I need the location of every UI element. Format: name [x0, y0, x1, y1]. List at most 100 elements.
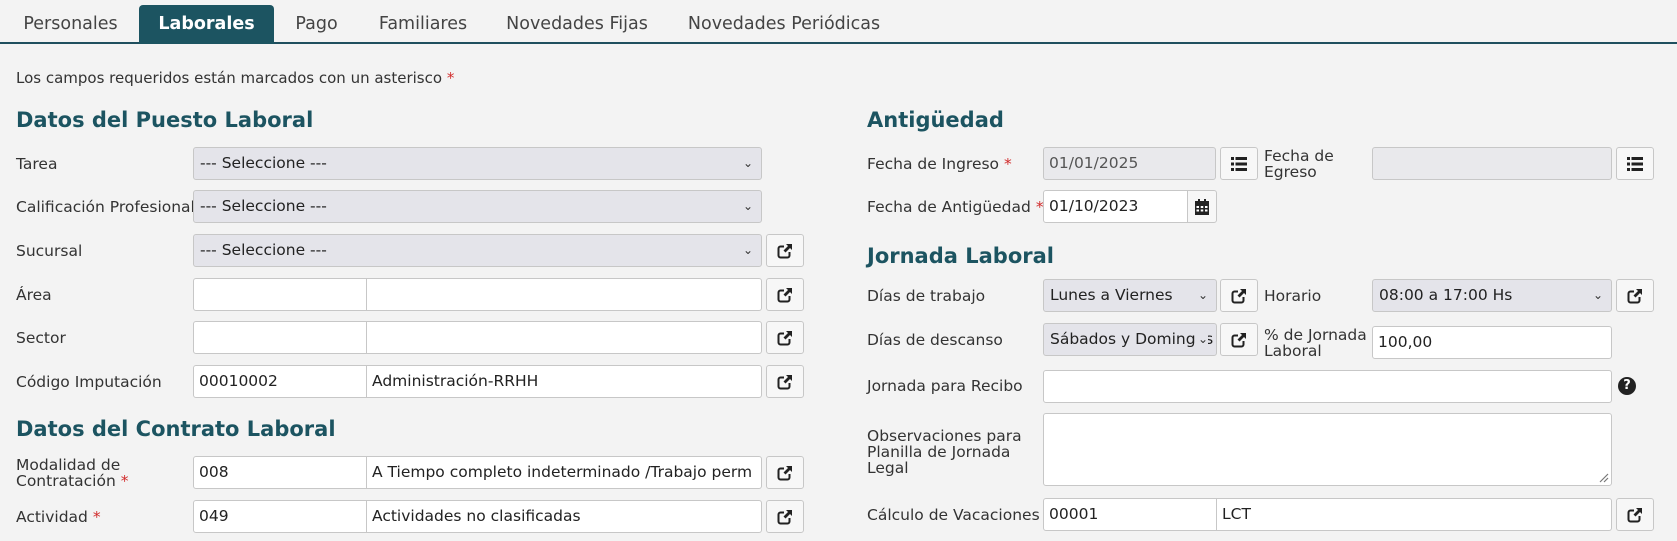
sector-label: Sector [16, 329, 66, 347]
codigo-imputacion-code-input[interactable]: 00010002 [193, 365, 367, 398]
dias-descanso-value: Sábados y Domingos [1050, 330, 1214, 348]
calificacion-select[interactable]: --- Seleccione --- ⌄ [193, 190, 762, 223]
area-code-input[interactable] [193, 278, 367, 311]
modalidad-code-input[interactable]: 008 [193, 456, 367, 489]
required-note: Los campos requeridos están marcados con… [16, 69, 454, 87]
fecha-ingreso-label: Fecha de Ingreso * [867, 155, 1012, 173]
external-link-icon [1231, 332, 1247, 348]
codigo-imputacion-label: Código Imputación [16, 373, 162, 391]
sucursal-select[interactable]: --- Seleccione --- ⌄ [193, 234, 762, 267]
chevron-down-icon: ⌄ [1592, 288, 1603, 302]
area-open-button[interactable] [766, 278, 804, 311]
calculo-vacaciones-desc-input[interactable]: LCT [1217, 498, 1612, 531]
external-link-icon [1627, 507, 1643, 523]
chevron-down-icon: ⌄ [742, 243, 753, 257]
actividad-label: Actividad * [16, 508, 101, 526]
sucursal-label: Sucursal [16, 242, 83, 260]
resize-handle-icon[interactable] [1597, 471, 1609, 483]
calificacion-label: Calificación Profesional [16, 198, 195, 216]
required-asterisk: * [92, 508, 101, 526]
fecha-antiguedad-label: Fecha de Antigüedad * [867, 198, 1044, 216]
list-icon [1231, 157, 1247, 171]
section-title-jornada: Jornada Laboral [867, 244, 1054, 268]
tab-laborales[interactable]: Laborales [139, 5, 274, 44]
external-link-icon [1627, 288, 1643, 304]
sector-open-button[interactable] [766, 321, 804, 354]
area-label: Área [16, 286, 52, 304]
sucursal-open-button[interactable] [766, 234, 804, 267]
horario-open-button[interactable] [1616, 279, 1654, 312]
dias-trabajo-select[interactable]: Lunes a Viernes ⌄ [1043, 279, 1217, 312]
external-link-icon [777, 374, 793, 390]
external-link-icon [777, 287, 793, 303]
external-link-icon [777, 465, 793, 481]
dias-trabajo-label: Días de trabajo [867, 287, 986, 305]
actividad-code-input[interactable]: 049 [193, 500, 367, 533]
observaciones-label: Observaciones para Planilla de Jornada L… [867, 427, 1022, 477]
section-title-contrato: Datos del Contrato Laboral [16, 417, 336, 441]
chevron-down-icon: ⌄ [742, 156, 753, 170]
modalidad-open-button[interactable] [766, 456, 804, 489]
tab-novedades-periodicas[interactable]: Novedades Periódicas [677, 5, 891, 44]
external-link-icon [777, 330, 793, 346]
list-icon [1627, 157, 1643, 171]
calculo-vacaciones-open-button[interactable] [1616, 498, 1654, 531]
calendar-icon [1195, 199, 1209, 215]
sector-code-input[interactable] [193, 321, 367, 354]
required-note-text: Los campos requeridos están marcados con… [16, 69, 443, 87]
horario-label: Horario [1264, 287, 1322, 305]
calificacion-value: --- Seleccione --- [200, 197, 327, 215]
external-link-icon [777, 509, 793, 525]
fecha-antiguedad-calendar-button[interactable] [1187, 190, 1217, 223]
codigo-imputacion-desc-input[interactable]: Administración-RRHH [367, 365, 762, 398]
dias-trabajo-open-button[interactable] [1220, 279, 1258, 312]
tab-personales[interactable]: Personales [4, 5, 137, 44]
porcentaje-jornada-input[interactable]: 100,00 [1372, 326, 1612, 359]
chevron-down-icon: ⌄ [1197, 288, 1208, 302]
sector-desc-input[interactable] [367, 321, 762, 354]
chevron-down-icon: ⌄ [742, 199, 753, 213]
tab-novedades-fijas[interactable]: Novedades Fijas [487, 5, 667, 44]
chevron-down-icon: ⌄ [1195, 324, 1208, 355]
calculo-vacaciones-label: Cálculo de Vacaciones [867, 506, 1040, 524]
jornada-recibo-input[interactable] [1043, 370, 1612, 403]
horario-value: 08:00 a 17:00 Hs [1379, 286, 1513, 304]
section-title-antiguedad: Antigüedad [867, 108, 1004, 132]
sucursal-value: --- Seleccione --- [200, 241, 327, 259]
required-asterisk: * [1003, 155, 1012, 173]
fecha-egreso-input[interactable] [1372, 147, 1612, 180]
dias-descanso-label: Días de descanso [867, 331, 1003, 349]
tarea-value: --- Seleccione --- [200, 154, 327, 172]
dias-descanso-open-button[interactable] [1220, 323, 1258, 356]
dias-trabajo-value: Lunes a Viernes [1050, 286, 1173, 304]
fecha-ingreso-input[interactable]: 01/01/2025 [1043, 147, 1216, 180]
tarea-select[interactable]: --- Seleccione --- ⌄ [193, 147, 762, 180]
help-icon[interactable]: ? [1618, 377, 1636, 395]
area-desc-input[interactable] [367, 278, 762, 311]
actividad-open-button[interactable] [766, 500, 804, 533]
fecha-egreso-list-button[interactable] [1616, 147, 1654, 180]
tab-bar: Personales Laborales Pago Familiares Nov… [0, 0, 1677, 44]
porcentaje-jornada-label: % de Jornada Laboral [1264, 326, 1367, 360]
external-link-icon [1231, 288, 1247, 304]
tarea-label: Tarea [16, 155, 58, 173]
tab-pago[interactable]: Pago [274, 5, 359, 44]
calculo-vacaciones-code-input[interactable]: 00001 [1043, 498, 1217, 531]
required-asterisk: * [120, 472, 129, 490]
section-title-puesto: Datos del Puesto Laboral [16, 108, 314, 132]
dias-descanso-select[interactable]: Sábados y Domingos ⌄ [1043, 323, 1217, 356]
modalidad-label-line2: Contratación * [16, 472, 129, 490]
observaciones-textarea[interactable] [1043, 413, 1612, 486]
codigo-imputacion-open-button[interactable] [766, 365, 804, 398]
fecha-antiguedad-input[interactable]: 01/10/2023 [1043, 190, 1188, 223]
external-link-icon [777, 243, 793, 259]
horario-select[interactable]: 08:00 a 17:00 Hs ⌄ [1372, 279, 1612, 312]
required-asterisk: * [446, 69, 455, 87]
fecha-egreso-label: Fecha de Egreso [1264, 147, 1334, 181]
tab-familiares[interactable]: Familiares [359, 5, 487, 44]
actividad-desc-input[interactable]: Actividades no clasificadas [367, 500, 762, 533]
modalidad-desc-input[interactable]: A Tiempo completo indeterminado /Trabajo… [367, 456, 762, 489]
fecha-ingreso-list-button[interactable] [1220, 147, 1258, 180]
modalidad-label: Modalidad de Contratación * [16, 457, 128, 489]
jornada-recibo-label: Jornada para Recibo [867, 377, 1023, 395]
